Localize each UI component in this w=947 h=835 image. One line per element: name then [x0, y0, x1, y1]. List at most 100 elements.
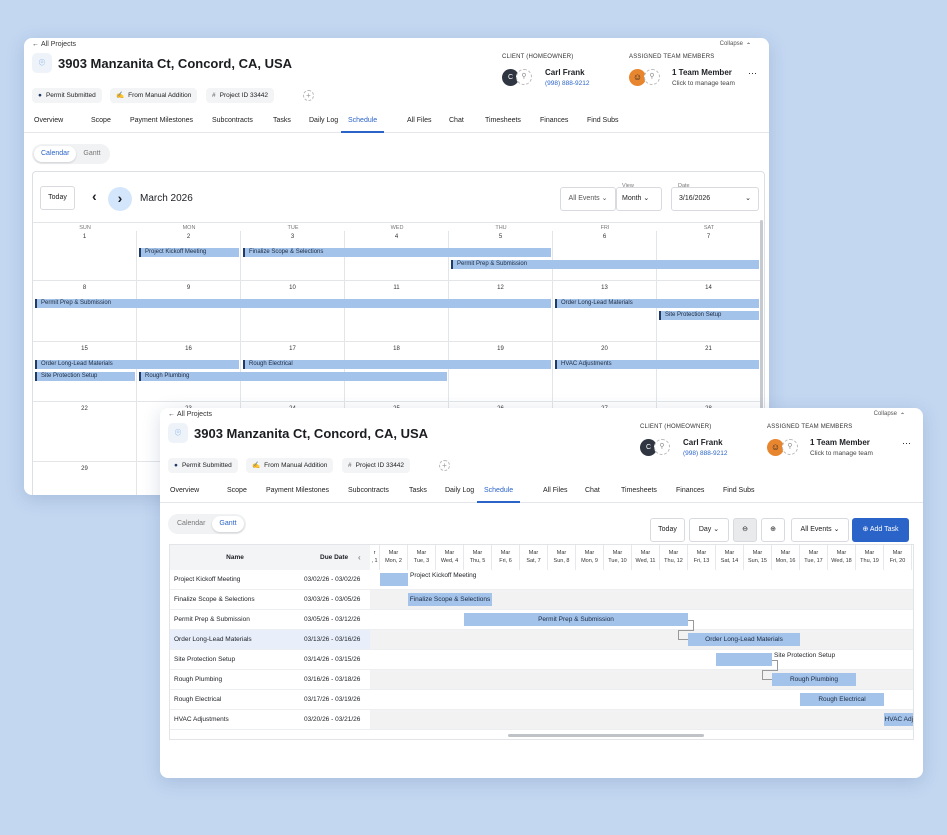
task-row[interactable]: Project Kickoff Meeting 03/02/26 - 03/02/… [170, 570, 370, 590]
day-cell[interactable]: 19 [449, 342, 553, 402]
tab-find-subs[interactable]: Find Subs [723, 485, 755, 503]
zoom-in-button[interactable]: ⊕ [761, 518, 785, 542]
calendar-event[interactable]: Permit Prep & Submission [451, 260, 759, 269]
gantt-bar[interactable]: Finalize Scope & Selections [408, 593, 492, 606]
tag-pill[interactable]: ✍ From Manual Addition [110, 88, 198, 103]
tab-chat[interactable]: Chat [585, 485, 600, 503]
day-cell[interactable]: 29 [33, 462, 137, 495]
day-cell[interactable]: 21 [657, 342, 761, 402]
tab-find-subs[interactable]: Find Subs [587, 115, 619, 133]
add-team-member-button[interactable]: ⚲ [782, 439, 798, 455]
calendar-event[interactable]: Order Long-Lead Materials [555, 299, 759, 308]
gantt-bar[interactable]: Rough Plumbing [772, 673, 856, 686]
view-toggle[interactable]: Calendar Gantt [32, 144, 110, 164]
tab-daily-log[interactable]: Daily Log [445, 485, 474, 503]
tag-pill[interactable]: ✍ From Manual Addition [246, 458, 334, 473]
collapse-button[interactable]: Collapse [874, 411, 897, 417]
tab-overview[interactable]: Overview [170, 485, 199, 503]
tab-finances[interactable]: Finances [540, 115, 568, 133]
tab-all-files[interactable]: All Files [543, 485, 568, 503]
add-team-member-button[interactable]: ⚲ [644, 69, 660, 85]
day-cell[interactable]: 22 [33, 402, 137, 462]
gantt-bar[interactable]: HVAC Adjustments [884, 713, 913, 726]
calendar-event[interactable]: HVAC Adjustments [555, 360, 759, 369]
gantt-bar[interactable]: Rough Electrical [800, 693, 884, 706]
tab-daily-log[interactable]: Daily Log [309, 115, 338, 133]
task-row[interactable]: Permit Prep & Submission 03/05/26 - 03/12… [170, 610, 370, 630]
day-cell[interactable]: 6 [553, 231, 657, 281]
toggle-calendar[interactable]: Calendar [34, 146, 77, 162]
day-cell[interactable]: 20 [553, 342, 657, 402]
tab-scope[interactable]: Scope [91, 115, 111, 133]
day-cell[interactable]: 10 [241, 281, 345, 342]
tab-schedule[interactable]: Schedule [477, 485, 521, 503]
tab-timesheets[interactable]: Timesheets [485, 115, 521, 133]
add-tag-button[interactable]: + [439, 460, 450, 471]
team-manage-link[interactable]: Click to manage team [672, 80, 735, 87]
gantt-bar[interactable] [380, 573, 408, 586]
day-cell[interactable]: 13 [553, 281, 657, 342]
today-button[interactable]: Today [40, 186, 75, 210]
calendar-event[interactable]: Rough Plumbing [139, 372, 447, 381]
tab-subcontracts[interactable]: Subcontracts [348, 485, 389, 503]
gantt-events-filter[interactable]: All Events ⌄ [791, 518, 849, 542]
task-row[interactable]: Rough Electrical 03/17/26 - 03/19/26 [170, 690, 370, 710]
tag-pill[interactable]: ● Permit Submitted [32, 88, 102, 103]
date-picker[interactable]: 3/16/2026 ⌄ [671, 187, 759, 211]
tab-tasks[interactable]: Tasks [273, 115, 291, 133]
calendar-event[interactable]: Order Long-Lead Materials [35, 360, 239, 369]
task-row[interactable]: HVAC Adjustments 03/20/26 - 03/21/26 [170, 710, 370, 730]
tab-schedule[interactable]: Schedule [341, 115, 385, 133]
calendar-event[interactable]: Permit Prep & Submission [35, 299, 551, 308]
client-phone[interactable]: (998) 888-9212 [545, 80, 589, 87]
toggle-gantt[interactable]: Gantt [212, 516, 244, 532]
task-row[interactable]: Finalize Scope & Selections 03/03/26 - 03… [170, 590, 370, 610]
add-tag-button[interactable]: + [303, 90, 314, 101]
collapse-button[interactable]: Collapse [720, 41, 743, 47]
gantt-today-button[interactable]: Today [650, 518, 685, 542]
day-cell[interactable]: 9 [137, 281, 241, 342]
all-projects-link[interactable]: All Projects [177, 411, 212, 418]
add-client-button[interactable]: ⚲ [516, 69, 532, 85]
team-count[interactable]: 1 Team Member [672, 68, 732, 77]
team-count[interactable]: 1 Team Member [810, 438, 870, 447]
day-cell[interactable]: 12 [449, 281, 553, 342]
gantt-bar[interactable]: Permit Prep & Submission [464, 613, 688, 626]
zoom-out-button[interactable]: ⊖ [733, 518, 757, 542]
horizontal-scrollbar[interactable] [508, 734, 704, 737]
team-manage-link[interactable]: Click to manage team [810, 450, 873, 457]
day-cell[interactable]: 1 [33, 231, 137, 281]
tag-pill[interactable]: # Project ID 33442 [342, 458, 411, 473]
add-task-button[interactable]: ⊕ Add Task [852, 518, 909, 542]
calendar-event[interactable]: Project Kickoff Meeting [139, 248, 239, 257]
tab-tasks[interactable]: Tasks [409, 485, 427, 503]
task-row[interactable]: Order Long-Lead Materials 03/13/26 - 03/1… [170, 630, 370, 650]
view-select[interactable]: Month ⌄ [616, 187, 662, 211]
tab-overview[interactable]: Overview [34, 115, 63, 133]
toggle-calendar[interactable]: Calendar [170, 516, 212, 532]
tag-pill[interactable]: # Project ID 33442 [206, 88, 275, 103]
calendar-event[interactable]: Finalize Scope & Selections [243, 248, 551, 257]
tab-payment-milestones[interactable]: Payment Milestones [130, 115, 193, 133]
toggle-gantt[interactable]: Gantt [76, 146, 107, 162]
all-projects-link[interactable]: All Projects [41, 41, 76, 48]
day-cell[interactable]: 8 [33, 281, 137, 342]
tab-all-files[interactable]: All Files [407, 115, 432, 133]
tab-timesheets[interactable]: Timesheets [621, 485, 657, 503]
task-row[interactable]: Rough Plumbing 03/16/26 - 03/18/26 [170, 670, 370, 690]
tab-scope[interactable]: Scope [227, 485, 247, 503]
scale-select[interactable]: Day ⌄ [689, 518, 729, 542]
tab-subcontracts[interactable]: Subcontracts [212, 115, 253, 133]
tab-finances[interactable]: Finances [676, 485, 704, 503]
gantt-bar[interactable] [716, 653, 772, 666]
calendar-event[interactable]: Site Protection Setup [35, 372, 135, 381]
view-toggle[interactable]: Calendar Gantt [168, 514, 246, 534]
gantt-bar[interactable]: Order Long-Lead Materials [688, 633, 800, 646]
tag-pill[interactable]: ● Permit Submitted [168, 458, 238, 473]
task-row[interactable]: Site Protection Setup 03/14/26 - 03/15/26 [170, 650, 370, 670]
calendar-scrollbar[interactable] [760, 220, 763, 410]
events-filter[interactable]: All Events ⌄ [560, 187, 616, 211]
next-month-button[interactable]: › [108, 187, 132, 211]
calendar-event[interactable]: Site Protection Setup [659, 311, 759, 320]
add-client-button[interactable]: ⚲ [654, 439, 670, 455]
